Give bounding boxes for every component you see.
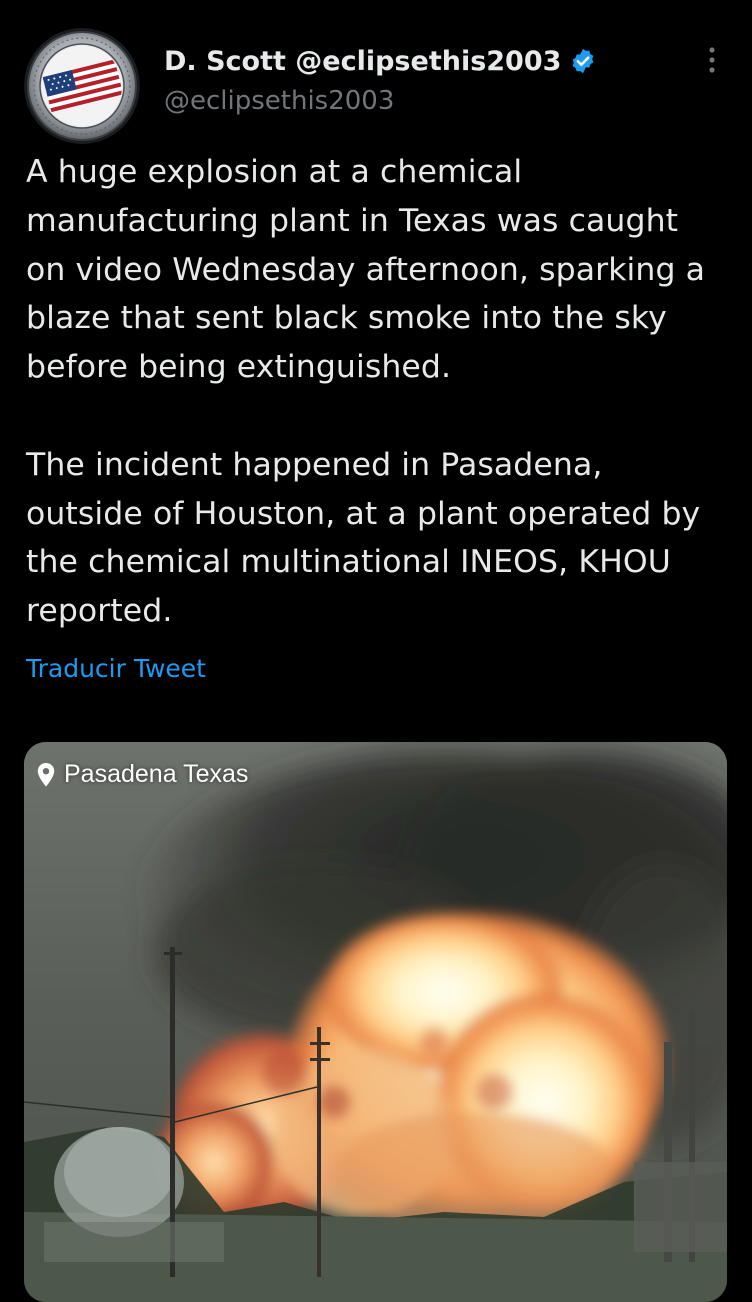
- avatar[interactable]: [24, 28, 140, 144]
- name-row: D. Scott @eclipsethis2003: [164, 42, 704, 80]
- tweet[interactable]: D. Scott @eclipsethis2003 @eclipsethis20…: [0, 0, 752, 1302]
- explosion-video-frame: [24, 742, 727, 1302]
- translate-tweet-link[interactable]: Traducir Tweet: [26, 652, 206, 686]
- tweet-text: A huge explosion at a chemical manufactu…: [26, 154, 706, 630]
- location-pin-icon: [37, 762, 55, 786]
- verified-badge-icon: [569, 47, 597, 75]
- location-tag: Pasadena Texas: [36, 760, 248, 789]
- tweet-media[interactable]: Pasadena Texas: [24, 742, 727, 1302]
- location-label: Pasadena Texas: [64, 760, 249, 788]
- more-options-icon[interactable]: [706, 44, 718, 76]
- tweet-header: D. Scott @eclipsethis2003 @eclipsethis20…: [164, 42, 704, 118]
- author-handle[interactable]: @eclipsethis2003: [164, 84, 704, 118]
- author-display-name[interactable]: D. Scott @eclipsethis2003: [164, 46, 561, 77]
- flag-seal-avatar-icon: [24, 28, 140, 144]
